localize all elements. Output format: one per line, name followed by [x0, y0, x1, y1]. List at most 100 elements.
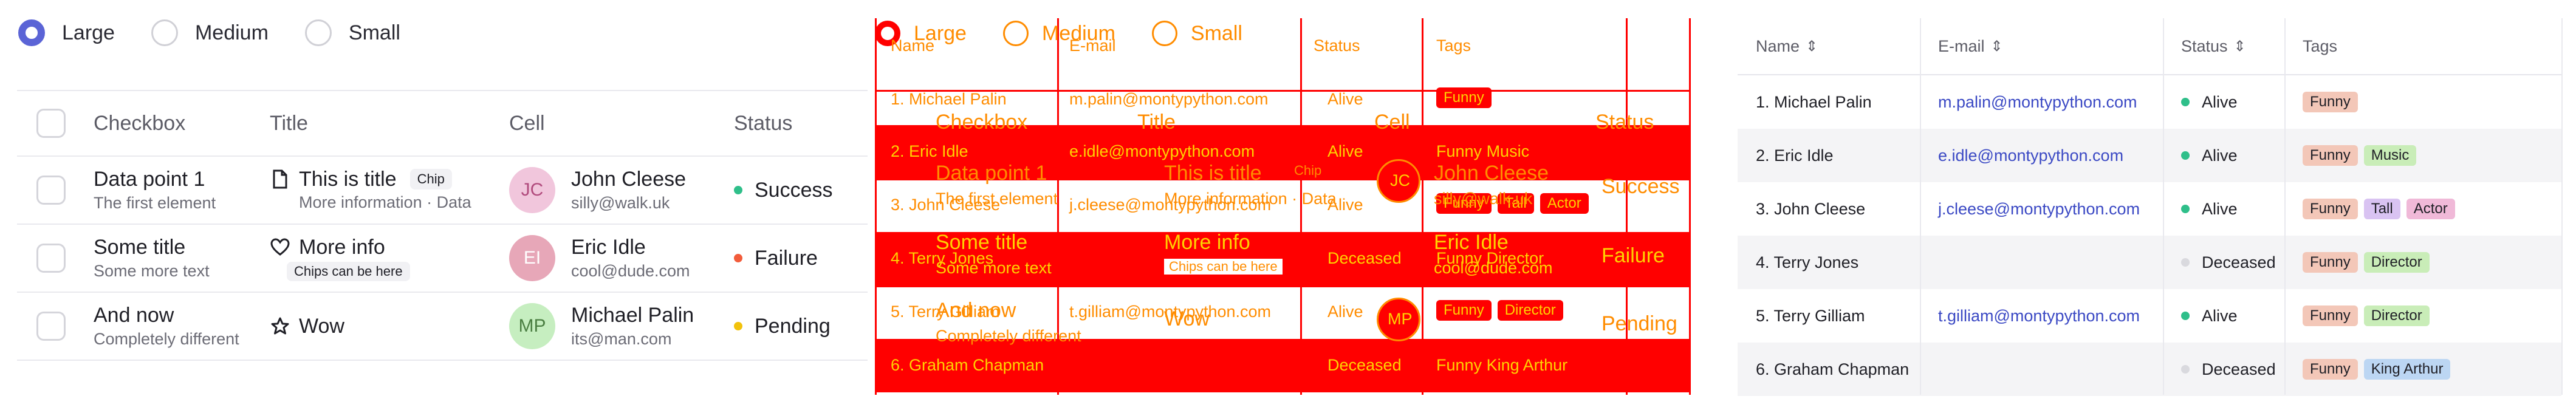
- avatar: EI: [509, 235, 555, 281]
- header-name[interactable]: Name ⇕: [1738, 37, 1920, 56]
- row-primary-text: Some title: [94, 236, 186, 259]
- row-primary-text: Data point 1: [94, 168, 205, 191]
- cell-name: 5. Terry Gilliam: [1756, 306, 1865, 325]
- table-row[interactable]: 2. Eric Idle e.idle@montypython.com Aliv…: [1738, 129, 2561, 182]
- sort-icon[interactable]: ⇕: [1991, 38, 2003, 55]
- table-row[interactable]: 1. Michael Palin m.palin@montypython.com…: [1738, 75, 2561, 129]
- cell-email-link[interactable]: j.cleese@montypython.com: [1920, 200, 2163, 219]
- cell-status: Alive: [2163, 93, 2284, 112]
- overlay-grid-line: [1689, 18, 1691, 395]
- header-tags: Tags: [2284, 37, 2561, 56]
- header-email[interactable]: E-mail ⇕: [1920, 37, 2163, 56]
- overlay-ghost-text: Completely different: [936, 327, 1081, 345]
- document-icon: [270, 169, 290, 189]
- tag-chip: Funny: [2303, 145, 2358, 166]
- tag-chip: Director: [2363, 305, 2430, 326]
- header-status[interactable]: Status ⇕: [2163, 37, 2284, 56]
- overlay-cell-status: Deceased: [1327, 356, 1402, 374]
- overlay-ghost-text: Pending: [1601, 312, 1677, 335]
- table-row[interactable]: 4. Terry Jones Deceased Funny Director: [1738, 236, 2561, 289]
- row-secondary-text: Some more text: [94, 262, 210, 280]
- overlay-tag: King Arthur: [1486, 356, 1568, 374]
- radio-medium[interactable]: Medium: [151, 19, 269, 46]
- title-chip: Chip: [409, 169, 452, 189]
- overlay-ghost-header: Checkbox: [936, 111, 1028, 134]
- overlay-header-email: E-mail: [1069, 36, 1116, 55]
- tag-chip: Funny: [2303, 92, 2358, 112]
- avatar: MP: [509, 303, 555, 349]
- row-checkbox[interactable]: [36, 244, 66, 273]
- radio-medium-label: Medium: [194, 21, 269, 44]
- size-radio-group: Large Medium Small: [18, 19, 437, 46]
- cell-email-link[interactable]: m.palin@montypython.com: [1920, 93, 2163, 112]
- overlay-grid-line: [875, 18, 877, 395]
- status-dot: [2181, 312, 2190, 320]
- title-cell: More info Chips can be here: [270, 236, 509, 281]
- overlay-ghost-text: Success: [1601, 175, 1680, 198]
- overlay-tag: Director: [1497, 300, 1563, 321]
- radio-medium-indicator[interactable]: [151, 19, 178, 46]
- overlay-radio-small[interactable]: [1151, 21, 1177, 46]
- radio-small[interactable]: Small: [304, 19, 400, 46]
- table-row[interactable]: 3. John Cleese j.cleese@montypython.com …: [1738, 182, 2561, 236]
- tag-chip: Funny: [2303, 359, 2358, 380]
- overlay-grid-line: [1422, 18, 1423, 395]
- status-cell: Pending: [734, 315, 868, 338]
- radio-small-indicator[interactable]: [304, 19, 332, 46]
- table-row[interactable]: 6. Graham Chapman Deceased Funny King Ar…: [1738, 343, 2561, 396]
- overlay-ghost-text: JC: [1390, 171, 1410, 189]
- overlay-ghost-text: silly@walk.uk: [1434, 189, 1533, 208]
- overlay-header-status: Status: [1314, 36, 1360, 55]
- overlay-cell-tags: Funny King Arthur: [1436, 356, 1567, 375]
- radio-large[interactable]: Large: [18, 19, 115, 46]
- title-subtext: More information · Data: [299, 193, 471, 211]
- overlay-radio-medium[interactable]: [1002, 21, 1029, 46]
- row-checkbox[interactable]: [36, 176, 66, 205]
- checkbox-cell: Some title Some more text: [17, 234, 270, 282]
- person-cell: MP Michael Palin its@man.com: [509, 302, 734, 350]
- radio-large-indicator[interactable]: [18, 19, 45, 46]
- overlay-ghost-text: John Cleese: [1434, 162, 1549, 185]
- cell-tags: Funny Director: [2284, 252, 2561, 273]
- header-status: Status: [734, 111, 793, 135]
- cell-name: 6. Graham Chapman: [1756, 360, 1910, 378]
- checkbox-cell: And now Completely different: [17, 302, 270, 350]
- overlay-ghost-text: Some title: [936, 231, 1028, 254]
- rich-cell-table: Checkbox Title Cell Status Data point 1 …: [17, 90, 868, 361]
- radio-large-label: Large: [62, 21, 115, 44]
- column-divider: [2561, 18, 2563, 395]
- person-cell: JC John Cleese silly@walk.uk: [509, 166, 734, 214]
- table-row[interactable]: Data point 1 The first element This is t…: [17, 157, 868, 225]
- sort-icon[interactable]: ⇕: [1806, 38, 1818, 55]
- person-cell: EI Eric Idle cool@dude.com: [509, 234, 734, 282]
- header-checkbox-label: Checkbox: [94, 111, 186, 135]
- table-row[interactable]: Some title Some more text More info Chip…: [17, 225, 868, 293]
- cell-email-link[interactable]: t.gilliam@montypython.com: [1920, 307, 2163, 326]
- cell-status: Alive: [2163, 200, 2284, 219]
- overlay-cell-status: Alive: [1327, 302, 1363, 321]
- table-row[interactable]: 5. Terry Gilliam t.gilliam@montypython.c…: [1738, 289, 2561, 343]
- header-cell: Cell: [509, 111, 545, 135]
- cell-email-link[interactable]: e.idle@montypython.com: [1920, 146, 2163, 165]
- table-header-row: Name ⇕ E-mail ⇕ Status ⇕ Tags: [1738, 18, 2561, 75]
- status-dot: [2181, 258, 2190, 267]
- overlay-tag: Funny: [1436, 142, 1482, 160]
- overlay-tag: Funny: [1436, 356, 1482, 374]
- row-checkbox[interactable]: [36, 312, 66, 341]
- overlay-ghost-text: More info: [1164, 231, 1250, 254]
- star-icon: [270, 316, 290, 336]
- cell-status: Deceased: [2163, 253, 2284, 272]
- select-all-checkbox[interactable]: [36, 109, 66, 138]
- tag-chip: Funny: [2303, 305, 2358, 326]
- status-label: Deceased: [2202, 253, 2276, 271]
- overlay-grid-line: [875, 285, 1689, 287]
- overlay-tag: Funny: [1436, 87, 1492, 108]
- sort-icon[interactable]: ⇕: [2234, 38, 2246, 55]
- cell-status: Alive: [2163, 307, 2284, 326]
- row-primary-text: And now: [94, 304, 174, 327]
- row-secondary-text: The first element: [94, 194, 216, 212]
- table-row[interactable]: And now Completely different Wow MP Mich…: [17, 293, 868, 361]
- overlay-header-tags: Tags: [1436, 36, 1471, 55]
- overlay-cell-name: 1. Michael Palin: [891, 90, 1007, 108]
- overlay-tag: Funny: [1436, 300, 1492, 321]
